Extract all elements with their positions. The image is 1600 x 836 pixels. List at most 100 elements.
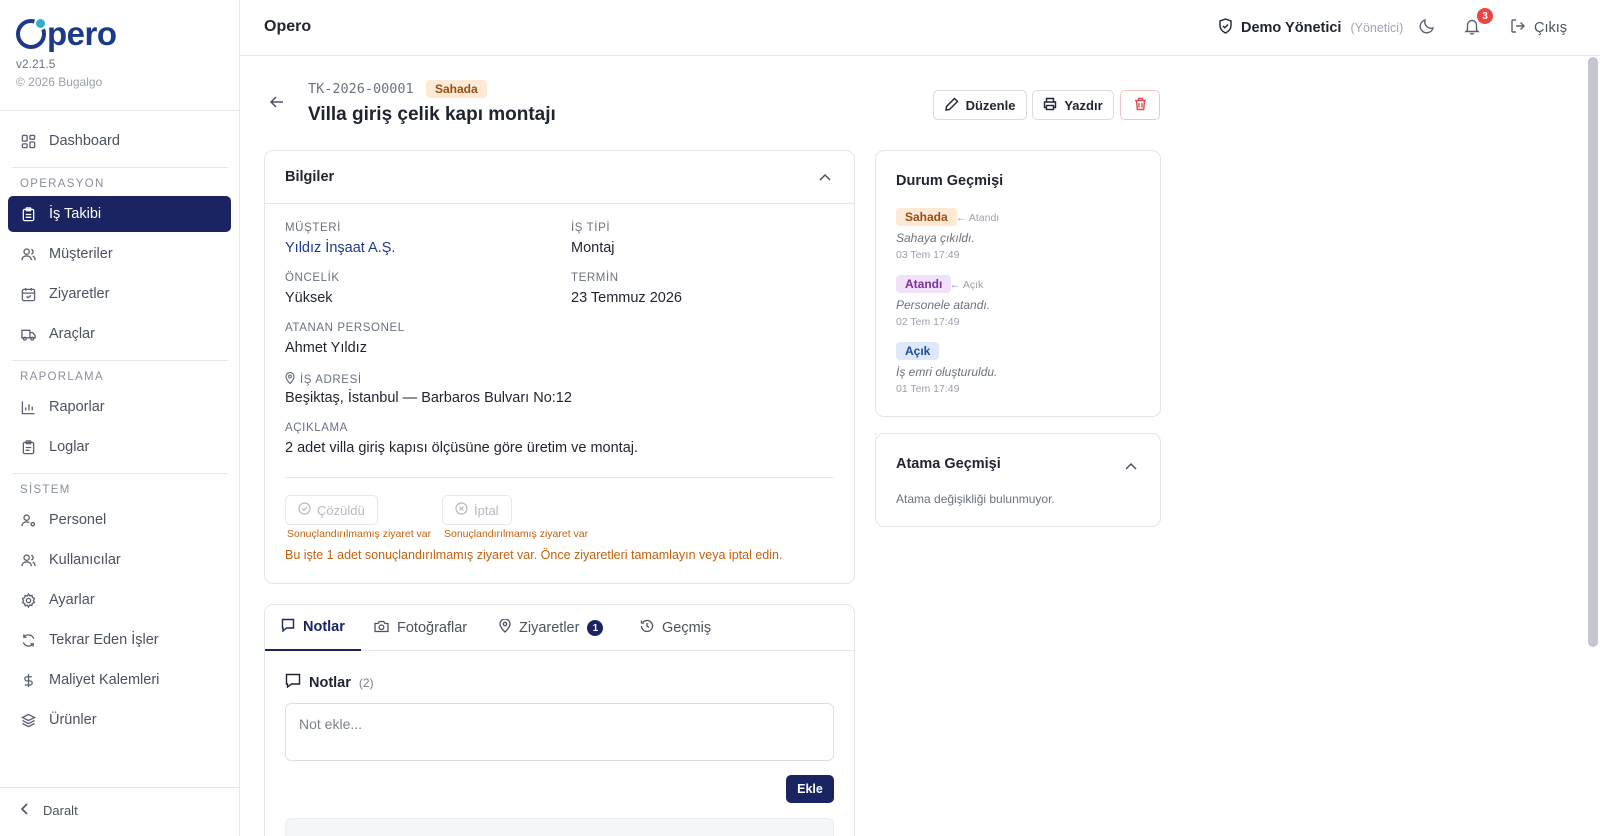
- job-code: TK-2026-00001: [308, 81, 414, 97]
- divider: [12, 473, 228, 474]
- address-label: İŞ ADRESİ: [285, 371, 362, 387]
- truck-icon: [21, 327, 36, 342]
- sidebar-item-dashboard[interactable]: Dashboard: [8, 123, 231, 159]
- sidebar-item-raporlar[interactable]: Raporlar: [8, 389, 231, 425]
- app-version: v2.21.5: [16, 57, 56, 71]
- map-pin-icon: [285, 371, 295, 387]
- section-sistem: SİSTEM: [20, 484, 71, 496]
- tab-visits[interactable]: Ziyaretler 1: [499, 605, 604, 651]
- status-badge: Sahada: [426, 80, 487, 98]
- assignee-label: ATANAN PERSONEL: [285, 322, 405, 334]
- section-operasyon: OPERASYON: [20, 178, 105, 190]
- sidebar-item-label: Müşteriler: [49, 246, 113, 262]
- sidebar-item-label: Araçlar: [49, 326, 95, 342]
- description-value: 2 adet villa giriş kapısı ölçüsüne göre …: [285, 440, 639, 456]
- job-type-value: Montaj: [571, 240, 615, 256]
- sidebar-item-ayarlar[interactable]: Ayarlar: [8, 582, 231, 618]
- gear-icon: [21, 592, 36, 608]
- back-button[interactable]: [269, 95, 290, 115]
- sidebar-item-ziyaretler[interactable]: Ziyaretler: [8, 276, 231, 312]
- chevron-up-icon[interactable]: [1125, 459, 1137, 477]
- assignment-history-empty: Atama değişikliği bulunmuyor.: [896, 492, 1055, 506]
- user-cog-icon: [21, 513, 36, 528]
- sidebar-item-loglar[interactable]: Loglar: [8, 429, 231, 465]
- section-raporlama: RAPORLAMA: [20, 371, 104, 383]
- history-date: 02 Tem 17:49: [896, 316, 960, 328]
- sidebar-item-personel[interactable]: Personel: [8, 502, 231, 538]
- history-date: 01 Tem 17:49: [896, 383, 960, 395]
- sidebar-item-musteriler[interactable]: Müşteriler: [8, 236, 231, 272]
- notification-count-badge: 3: [1477, 8, 1493, 24]
- layers-icon: [21, 713, 36, 728]
- users-icon: [21, 247, 36, 262]
- priority-value: Yüksek: [285, 290, 333, 306]
- clipboard-list-icon: [21, 439, 36, 455]
- dollar-icon: [21, 673, 36, 688]
- description-label: AÇIKLAMA: [285, 422, 348, 434]
- resolve-label: Çözüldü: [317, 502, 365, 518]
- notes-count: (2): [358, 676, 374, 690]
- bar-chart-icon: [21, 400, 36, 415]
- refresh-icon: [21, 633, 36, 648]
- resolve-hint: Sonuçlandırılmamış ziyaret var: [287, 528, 432, 540]
- theme-toggle-button[interactable]: [1418, 17, 1440, 39]
- app-title: Opero: [264, 18, 312, 35]
- tab-label: Fotoğraflar: [397, 620, 468, 636]
- due-date-label: TERMİN: [571, 272, 619, 284]
- message-icon: [285, 673, 301, 693]
- customer-link[interactable]: Yıldız İnşaat A.Ş.: [285, 240, 395, 256]
- tab-notes[interactable]: Notlar: [265, 605, 361, 651]
- sidebar-item-label: Personel: [49, 512, 107, 528]
- sidebar-item-maliyet-kalemleri[interactable]: Maliyet Kalemleri: [8, 662, 231, 698]
- assignee-value: Ahmet Yıldız: [285, 340, 367, 356]
- pencil-icon: [944, 97, 959, 114]
- add-note-button[interactable]: Ekle: [786, 775, 834, 803]
- sidebar-item-label: Maliyet Kalemleri: [49, 672, 160, 688]
- edit-label: Düzenle: [965, 97, 1016, 113]
- trash-icon: [1134, 97, 1147, 114]
- print-button[interactable]: Yazdır: [1032, 90, 1114, 120]
- cancel-job-button[interactable]: İptal: [442, 495, 512, 525]
- divider: [12, 167, 228, 168]
- collapse-label: Daralt: [43, 803, 78, 818]
- copyright: © 2026 Bugalgo: [16, 75, 103, 89]
- camera-icon: [374, 620, 389, 637]
- collapse-sidebar-button[interactable]: Daralt: [20, 803, 78, 818]
- edit-button[interactable]: Düzenle: [933, 90, 1027, 120]
- user-name: Demo Yönetici: [1241, 20, 1342, 36]
- status-history-title: Durum Geçmişi: [896, 173, 1004, 189]
- sidebar-item-tekrar-eden-isler[interactable]: Tekrar Eden İşler: [8, 622, 231, 658]
- history-note: Personele atandı.: [896, 298, 991, 312]
- sidebar-item-label: Raporlar: [49, 399, 105, 415]
- info-card-title: Bilgiler: [285, 169, 335, 185]
- tab-history[interactable]: Geçmiş: [640, 605, 711, 651]
- note-item: [285, 818, 834, 836]
- tab-photos[interactable]: Fotoğraflar: [374, 605, 467, 651]
- tab-label: Ziyaretler: [519, 620, 580, 636]
- user-menu[interactable]: Demo Yönetici (Yönetici): [1218, 18, 1403, 38]
- sidebar-item-araclar[interactable]: Araçlar: [8, 316, 231, 352]
- history-status-badge: Atandı: [896, 275, 952, 293]
- history-date: 03 Tem 17:49: [896, 249, 960, 261]
- due-date-value: 23 Temmuz 2026: [571, 290, 682, 306]
- sidebar-item-label: Kullanıcılar: [49, 552, 121, 568]
- arrow-left-icon: [269, 96, 284, 113]
- users-icon: [21, 553, 36, 568]
- page-scrollbar[interactable]: [1588, 57, 1598, 647]
- sidebar-item-urunler[interactable]: Ürünler: [8, 702, 231, 738]
- chevron-up-icon[interactable]: [819, 170, 831, 188]
- print-label: Yazdır: [1064, 97, 1103, 113]
- job-type-label: İŞ TİPİ: [571, 222, 611, 234]
- sidebar-item-kullanicilar[interactable]: Kullanıcılar: [8, 542, 231, 578]
- cancel-label: İptal: [474, 502, 499, 518]
- address-value: Beşiktaş, İstanbul — Barbaros Bulvarı No…: [285, 390, 572, 406]
- calendar-icon: [21, 287, 36, 302]
- sidebar-item-is-takibi[interactable]: İş Takibi: [8, 196, 231, 232]
- delete-button[interactable]: [1120, 90, 1160, 120]
- bell-icon: [1463, 19, 1481, 39]
- resolve-button[interactable]: Çözüldü: [285, 495, 378, 525]
- sidebar: pero v2.21.5 © 2026 Bugalgo Dashboard OP…: [0, 0, 240, 836]
- note-input[interactable]: [285, 703, 834, 761]
- priority-label: ÖNCELİK: [285, 272, 340, 284]
- logout-button[interactable]: Çıkış: [1510, 18, 1567, 38]
